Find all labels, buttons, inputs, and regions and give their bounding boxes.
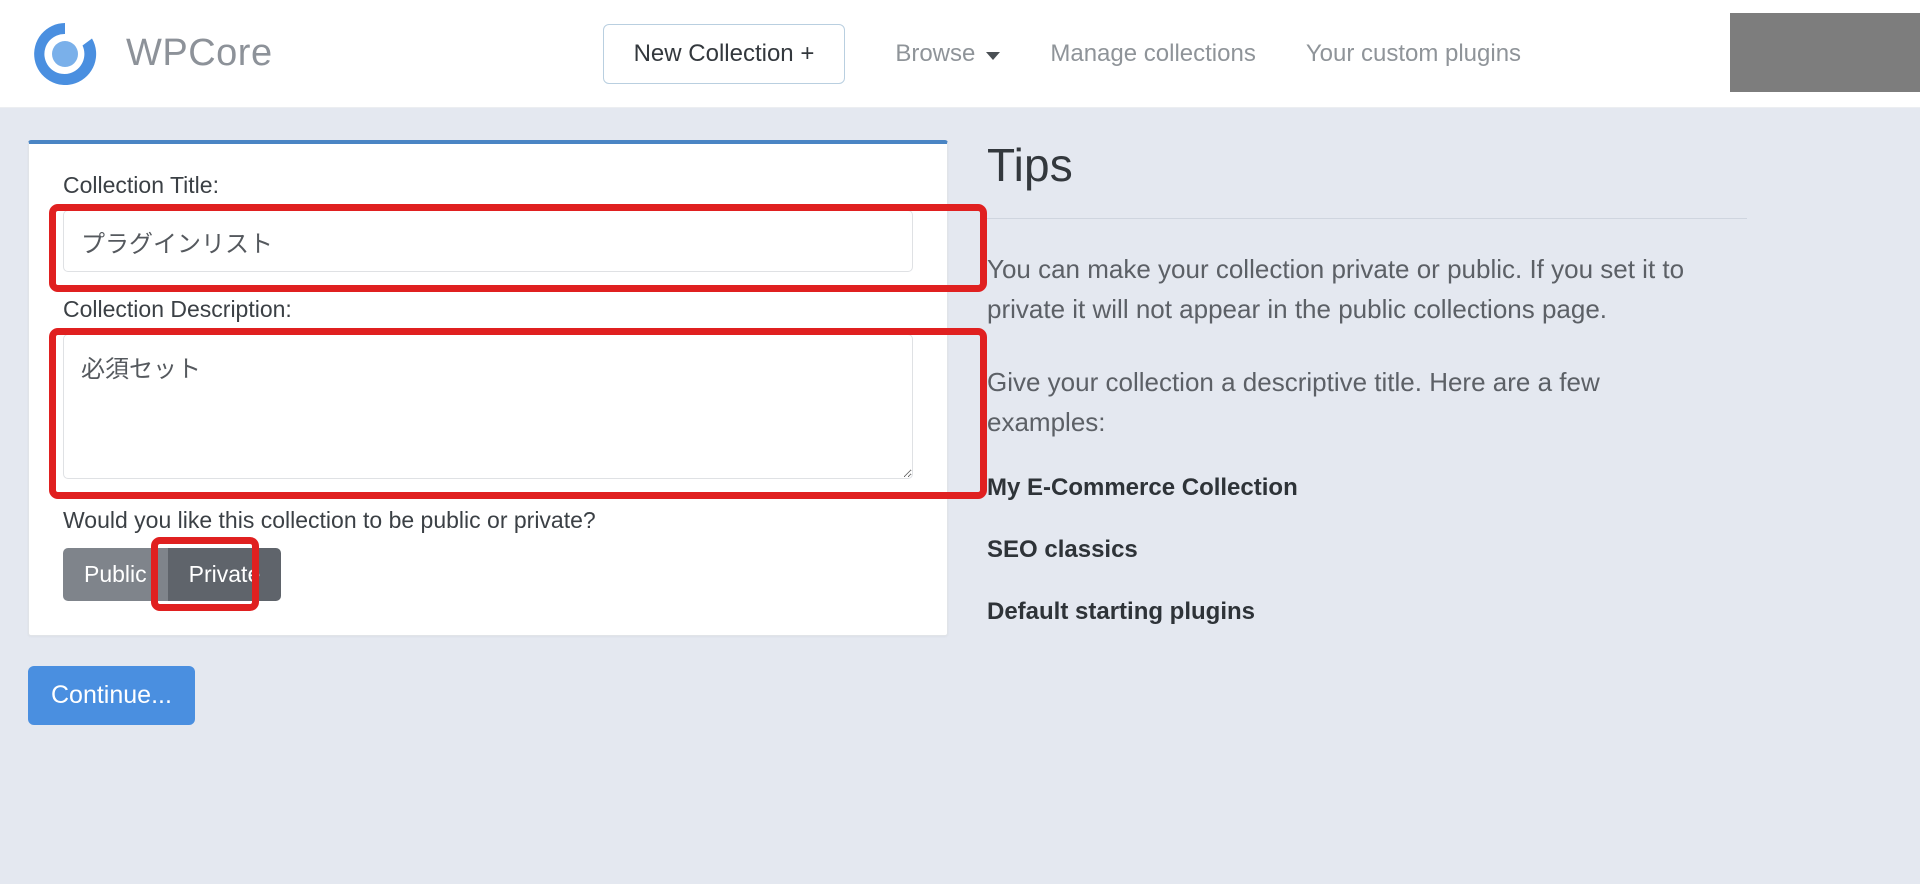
collection-title-input[interactable]	[63, 210, 913, 272]
nav-link-your-custom-plugins[interactable]: Your custom plugins	[1306, 30, 1521, 78]
nav-link-browse-label: Browse	[895, 40, 975, 68]
chevron-down-icon	[986, 52, 1000, 60]
new-collection-button[interactable]: New Collection +	[603, 24, 846, 84]
tips-example-1: My E-Commerce Collection	[987, 474, 1790, 502]
new-collection-card: Collection Title: Collection Description…	[28, 140, 948, 636]
top-navbar: WPCore New Collection + Browse Manage co…	[0, 0, 1920, 108]
collection-title-label: Collection Title:	[63, 172, 913, 199]
nav-link-browse[interactable]: Browse	[895, 30, 1000, 78]
page-body: Collection Title: Collection Description…	[0, 108, 1920, 884]
collection-description-field: Collection Description:	[63, 296, 913, 479]
tips-paragraph-privacy: You can make your collection private or …	[987, 249, 1717, 330]
tips-heading: Tips	[987, 138, 1790, 192]
tips-paragraph-examples-intro: Give your collection a descriptive title…	[987, 362, 1717, 443]
nav-link-manage-collections-label: Manage collections	[1050, 40, 1255, 68]
collection-form-column: Collection Title: Collection Description…	[0, 108, 965, 725]
privacy-toggle-group: Public Private	[63, 548, 281, 601]
brand-logo-link[interactable]: WPCore	[26, 15, 273, 93]
nav-links-group: New Collection + Browse Manage collectio…	[603, 24, 1521, 84]
collection-description-label: Collection Description:	[63, 296, 913, 323]
privacy-question-label: Would you like this collection to be pub…	[63, 507, 913, 534]
public-toggle-button[interactable]: Public	[63, 548, 168, 601]
brand-name: WPCore	[126, 32, 273, 75]
collection-title-field: Collection Title:	[63, 172, 913, 272]
tips-example-3: Default starting plugins	[987, 598, 1790, 626]
nav-link-your-custom-plugins-label: Your custom plugins	[1306, 40, 1521, 68]
tips-divider	[987, 218, 1747, 219]
continue-button[interactable]: Continue...	[28, 666, 195, 725]
nav-link-manage-collections[interactable]: Manage collections	[1050, 30, 1255, 78]
tips-example-2: SEO classics	[987, 536, 1790, 564]
account-menu-redacted-block[interactable]	[1730, 13, 1920, 92]
collection-description-textarea[interactable]	[63, 334, 913, 479]
wpcore-circle-logo-icon	[26, 15, 104, 93]
tips-column: Tips You can make your collection privat…	[987, 108, 1920, 660]
private-toggle-button[interactable]: Private	[168, 548, 282, 601]
